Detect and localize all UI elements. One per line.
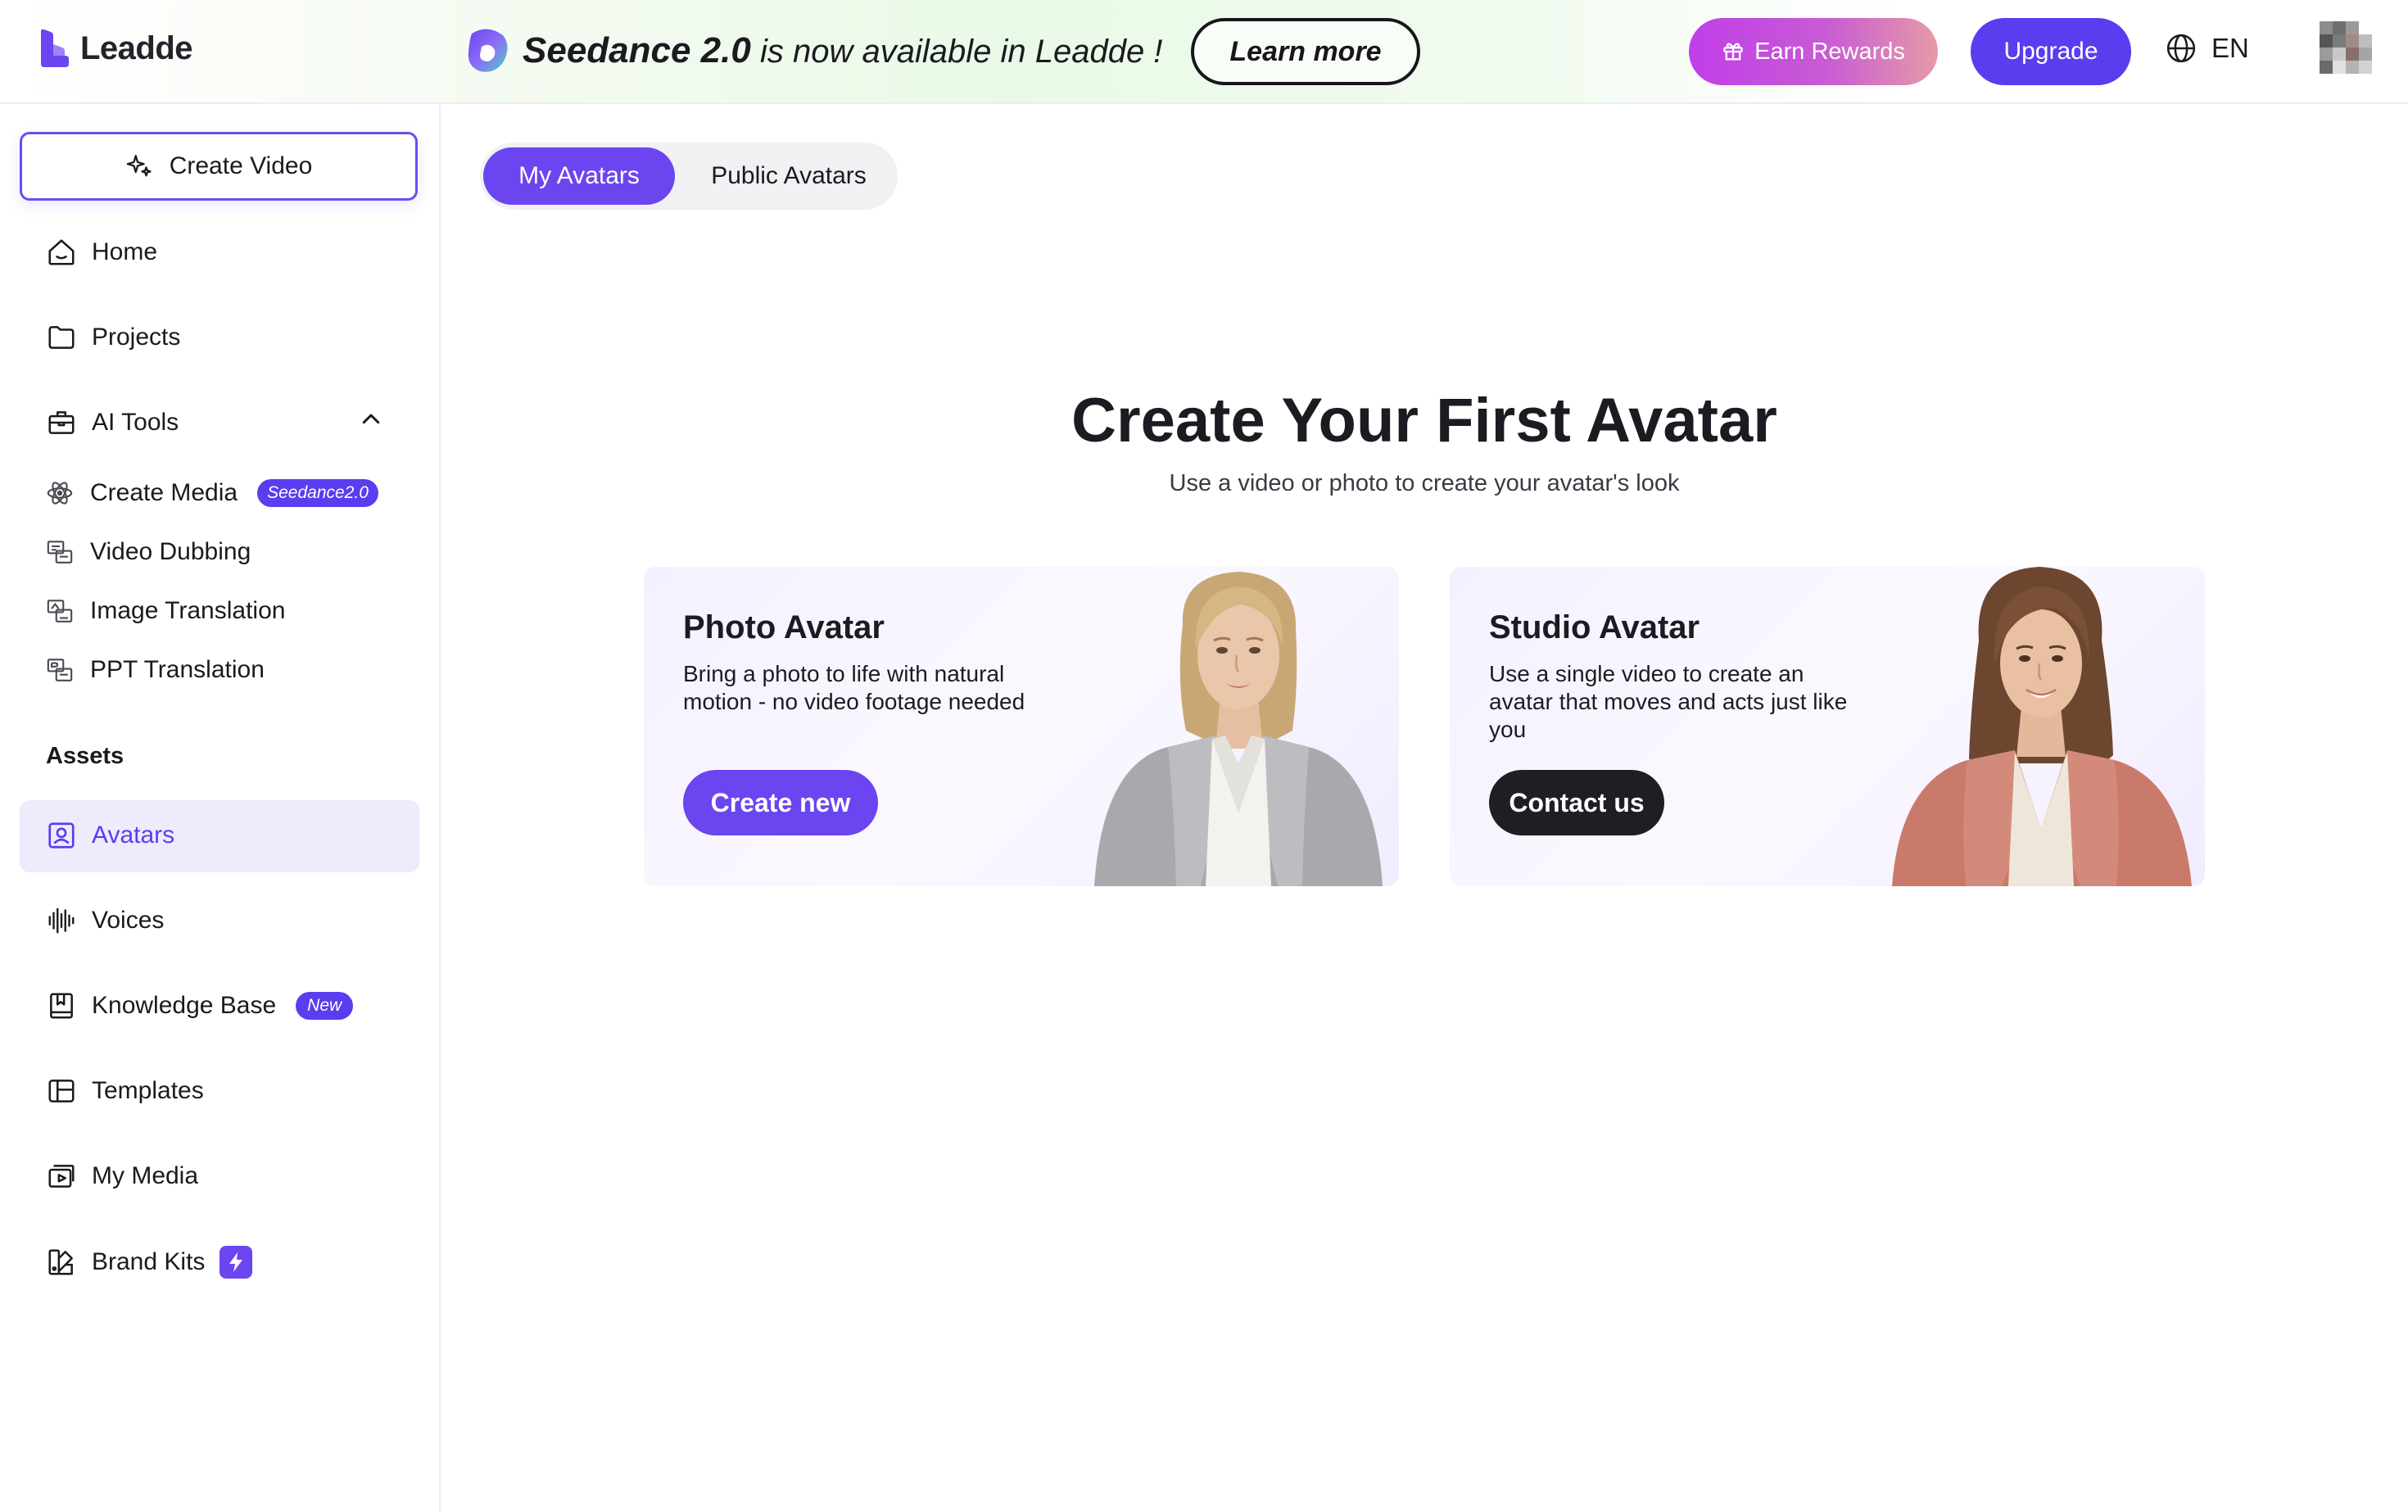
home-icon (46, 237, 77, 268)
app-logo[interactable]: Leadde (38, 28, 193, 69)
create-video-button[interactable]: Create Video (20, 132, 418, 201)
media-library-icon (46, 1161, 77, 1192)
page-subtitle: Use a video or photo to create your avat… (1169, 470, 1680, 496)
avatar-icon (46, 820, 77, 851)
leadde-logo-icon (41, 29, 69, 67)
contact-us-button[interactable]: Contact us (1489, 770, 1664, 835)
app-name: Leadde (80, 29, 193, 66)
new-badge: New (296, 992, 354, 1020)
image-translate-icon (46, 597, 74, 625)
sidebar-item-label: Image Translation (90, 597, 286, 624)
sidebar-item-voices[interactable]: Voices (46, 905, 164, 936)
sidebar-item-label: PPT Translation (90, 656, 265, 683)
premium-bolt-icon (220, 1246, 253, 1279)
card-description: Use a single video to create an avatar t… (1489, 661, 1848, 742)
photo-avatar-person-image (1094, 572, 1383, 886)
sidebar-item-video-dubbing[interactable]: Video Dubbing (46, 538, 251, 566)
photo-avatar-card: Photo Avatar Bring a photo to life with … (644, 567, 1399, 886)
sidebar-item-avatars[interactable]: Avatars (46, 820, 174, 851)
earn-rewards-button[interactable]: Earn Rewards (1689, 18, 1938, 85)
globe-icon (2166, 34, 2196, 63)
book-icon (46, 990, 77, 1021)
tab-my-avatars[interactable]: My Avatars (483, 147, 675, 205)
sidebar-item-home[interactable]: Home (46, 237, 157, 268)
sidebar: Create Video Home Projects AI Tools Crea… (0, 104, 441, 1512)
sidebar-item-label: Brand Kits (92, 1248, 206, 1275)
palette-icon (46, 1247, 77, 1278)
dubbing-icon (46, 538, 74, 566)
earn-rewards-label: Earn Rewards (1754, 38, 1905, 65)
sidebar-item-label: Knowledge Base (92, 992, 277, 1019)
user-avatar[interactable] (2320, 21, 2372, 74)
studio-avatar-person-image (1892, 567, 2192, 886)
template-icon (46, 1075, 77, 1107)
waveform-icon (46, 905, 77, 936)
top-bar: Leadde Seedance 2.0 is now available in … (0, 0, 2408, 104)
sidebar-item-image-translation[interactable]: Image Translation (46, 597, 285, 625)
promo-banner: Seedance 2.0 is now available in Leadde … (465, 25, 1162, 77)
sidebar-item-label: Avatars (92, 822, 175, 849)
sidebar-item-label: Voices (92, 907, 165, 934)
seedance-icon (468, 29, 508, 72)
create-new-button[interactable]: Create new (683, 770, 878, 835)
language-label: EN (2211, 33, 2249, 63)
folder-icon (46, 322, 77, 353)
card-description: Bring a photo to life with natural motio… (683, 661, 1025, 714)
assets-section-label: Assets (46, 743, 124, 769)
promo-text: Seedance 2.0 is now available in Leadde … (523, 30, 1163, 70)
sidebar-item-label: Home (92, 238, 158, 265)
ppt-translate-icon (46, 656, 74, 684)
learn-more-button[interactable]: Learn more (1191, 18, 1420, 85)
create-video-label: Create Video (169, 152, 313, 179)
gift-icon (1723, 43, 1743, 61)
card-title: Studio Avatar (1489, 609, 1700, 645)
card-title: Photo Avatar (683, 609, 885, 645)
sidebar-item-brand-kits[interactable]: Brand Kits (46, 1246, 253, 1279)
studio-avatar-card: Studio Avatar Use a single video to crea… (1450, 567, 2205, 886)
sidebar-item-label: My Media (92, 1162, 199, 1189)
sidebar-item-label: Projects (92, 324, 181, 351)
sidebar-item-label: Templates (92, 1077, 204, 1104)
sidebar-item-my-media[interactable]: My Media (46, 1161, 198, 1192)
sidebar-item-ppt-translation[interactable]: PPT Translation (46, 656, 265, 684)
sparkle-icon (126, 155, 152, 177)
avatar-tabs: My Avatars Public Avatars (480, 143, 898, 210)
tab-public-avatars[interactable]: Public Avatars (685, 147, 893, 205)
upgrade-button[interactable]: Upgrade (1971, 18, 2131, 85)
sidebar-item-projects[interactable]: Projects (46, 322, 180, 353)
sidebar-item-label: Video Dubbing (90, 538, 251, 565)
language-selector[interactable]: EN (2166, 33, 2249, 64)
sidebar-item-knowledge-base[interactable]: Knowledge Base New (46, 990, 354, 1021)
sidebar-item-templates[interactable]: Templates (46, 1075, 204, 1107)
page-title: Create Your First Avatar (1071, 386, 1777, 455)
